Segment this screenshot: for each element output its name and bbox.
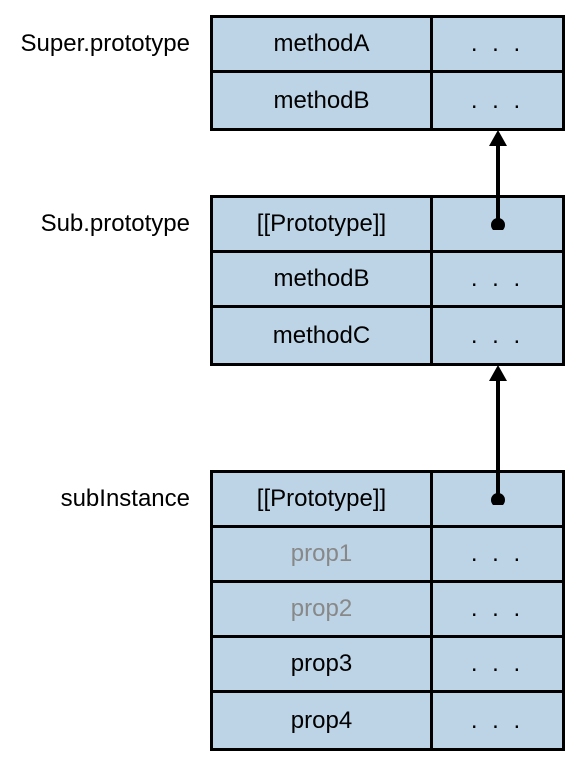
table-row: methodB . . .	[213, 73, 562, 128]
cell-val: . . .	[433, 308, 562, 363]
table-sub-prototype: [[Prototype]] methodB . . . methodC . . …	[210, 195, 565, 366]
arrow-up-icon	[483, 365, 513, 505]
table-row: prop3 . . .	[213, 638, 562, 693]
cell-key: methodB	[213, 73, 433, 128]
cell-key: methodB	[213, 253, 433, 305]
cell-key: prop3	[213, 638, 433, 690]
cell-key: prop1	[213, 528, 433, 580]
cell-val: . . .	[433, 528, 562, 580]
cell-val: . . .	[433, 73, 562, 128]
table-row: prop1 . . .	[213, 528, 562, 583]
table-row: methodB . . .	[213, 253, 562, 308]
table-row: prop4 . . .	[213, 693, 562, 748]
table-row: prop2 . . .	[213, 583, 562, 638]
label-sub-instance: subInstance	[0, 485, 190, 513]
cell-val: . . .	[433, 583, 562, 635]
cell-key: prop4	[213, 693, 433, 748]
cell-key: methodC	[213, 308, 433, 363]
cell-key: [[Prototype]]	[213, 198, 433, 250]
label-super-prototype: Super.prototype	[0, 30, 190, 58]
table-row: methodC . . .	[213, 308, 562, 363]
label-sub-prototype: Sub.prototype	[0, 210, 190, 238]
cell-key: prop2	[213, 583, 433, 635]
diagram-container: Super.prototype Sub.prototype subInstanc…	[0, 0, 582, 782]
cell-val-prototype-ref	[433, 198, 562, 250]
cell-val: . . .	[433, 18, 562, 70]
table-row: [[Prototype]]	[213, 198, 562, 253]
arrow-up-icon	[483, 130, 513, 230]
table-row: methodA . . .	[213, 18, 562, 73]
table-sub-instance: [[Prototype]] prop1 . . . prop2 . . . pr…	[210, 470, 565, 751]
cell-key: methodA	[213, 18, 433, 70]
cell-val: . . .	[433, 638, 562, 690]
cell-val-prototype-ref	[433, 473, 562, 525]
cell-val: . . .	[433, 693, 562, 748]
table-row: [[Prototype]]	[213, 473, 562, 528]
cell-key: [[Prototype]]	[213, 473, 433, 525]
cell-val: . . .	[433, 253, 562, 305]
table-super-prototype: methodA . . . methodB . . .	[210, 15, 565, 131]
